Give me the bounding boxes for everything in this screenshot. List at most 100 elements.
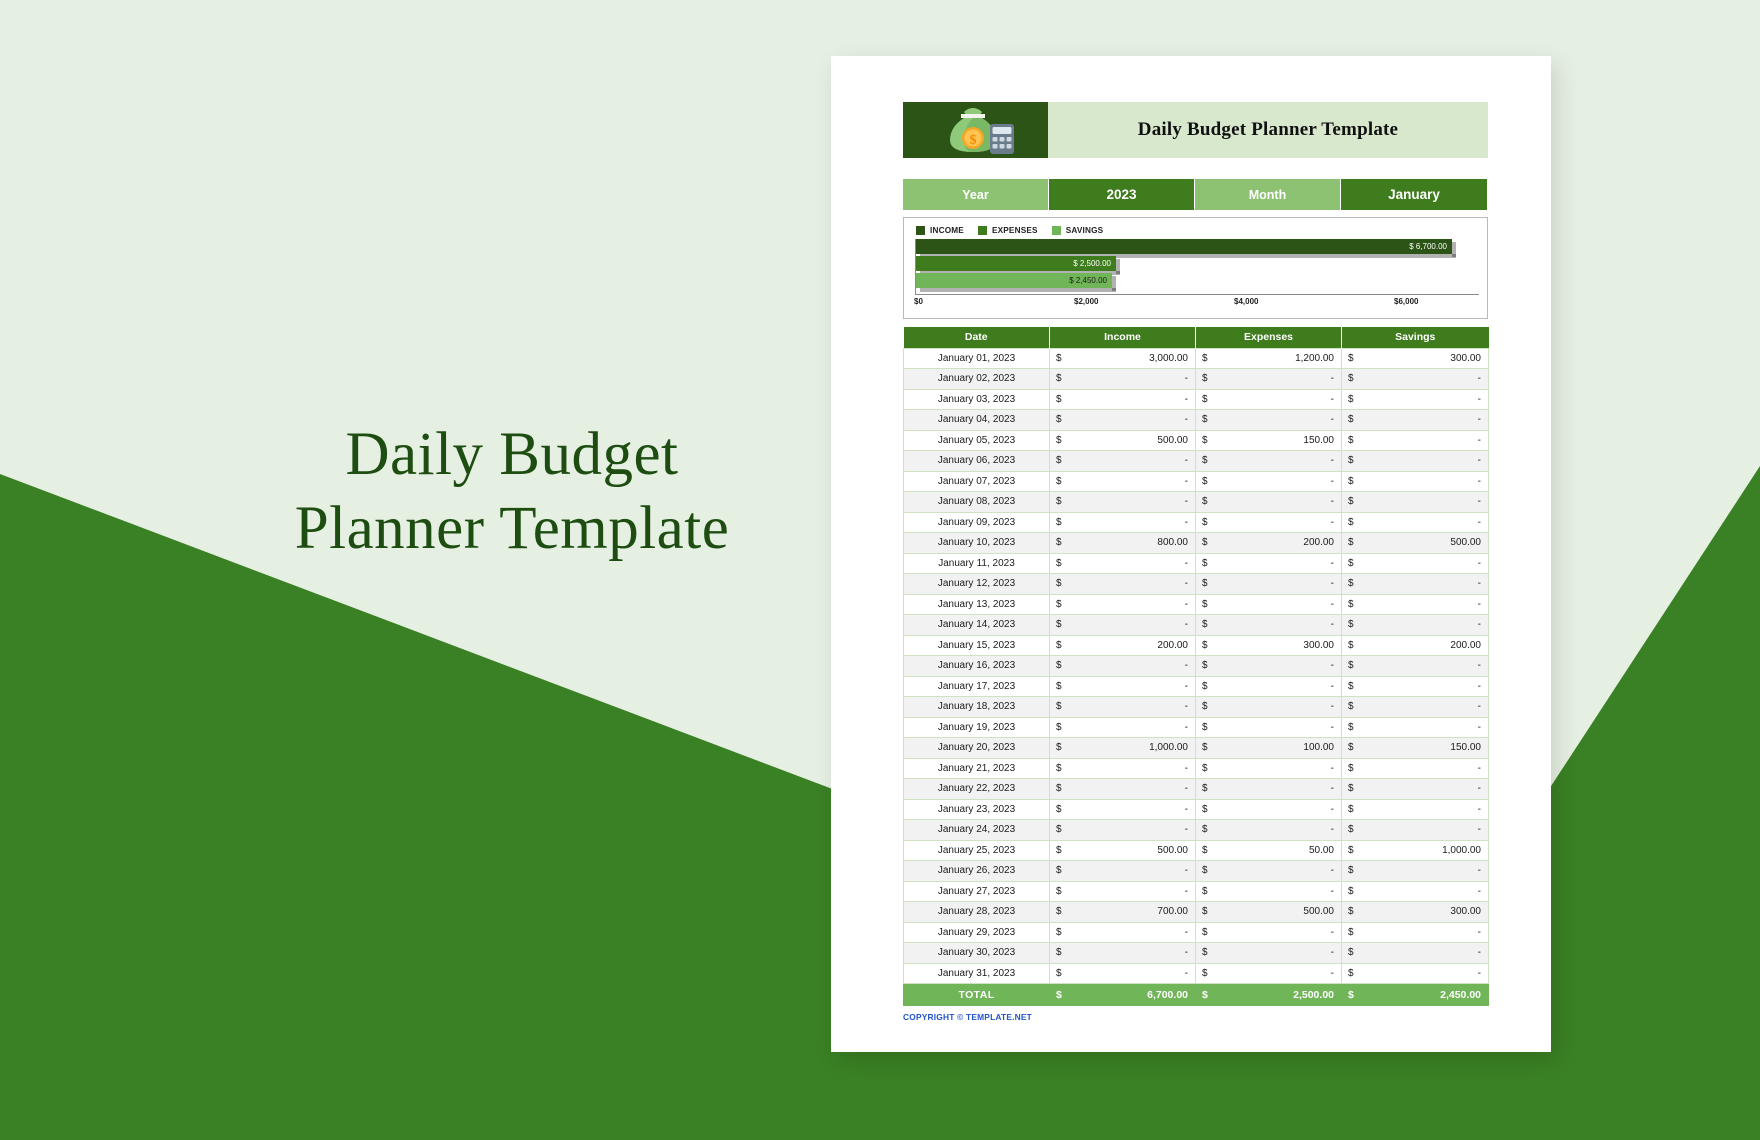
cell-savings-value: - — [1477, 926, 1481, 938]
cell-expenses-value: - — [1330, 721, 1334, 733]
table-row: January 24, 2023 $ - $ - $ - — [903, 819, 1489, 841]
cell-savings: $ - — [1341, 511, 1489, 533]
cell-savings-value: 1,000.00 — [1442, 844, 1481, 856]
year-value[interactable]: 2023 — [1049, 179, 1195, 210]
table-row: January 25, 2023 $500.00 $50.00 $1,000.00 — [903, 839, 1489, 861]
cell-expenses: $ - — [1195, 880, 1342, 902]
cell-expenses-value: 500.00 — [1303, 906, 1334, 918]
cell-expenses: $ - — [1195, 921, 1342, 943]
cell-income: $500.00 — [1049, 429, 1196, 451]
cell-expenses: $ - — [1195, 573, 1342, 595]
cell-income: $700.00 — [1049, 901, 1196, 923]
cell-savings-value: - — [1477, 783, 1481, 795]
chart-bar-label-savings: $ 2,450.00 — [1069, 276, 1107, 285]
cell-income: $ - — [1049, 511, 1196, 533]
table-row: January 12, 2023 $ - $ - $ - — [903, 573, 1489, 595]
cell-income: $ - — [1049, 819, 1196, 841]
currency-symbol: $ — [1056, 557, 1062, 569]
cell-savings-value: 500.00 — [1450, 537, 1481, 549]
cell-savings-value: - — [1477, 414, 1481, 426]
table-row: January 02, 2023 $ - $ - $ - — [903, 368, 1489, 390]
cell-income: $1,000.00 — [1049, 737, 1196, 759]
table-row: January 29, 2023 $ - $ - $ - — [903, 921, 1489, 943]
table-row: January 28, 2023 $700.00 $500.00 $300.00 — [903, 901, 1489, 923]
total-savings-value: 2,450.00 — [1440, 988, 1481, 1001]
cell-income: $ - — [1049, 470, 1196, 492]
cell-income: $ - — [1049, 880, 1196, 902]
currency-symbol: $ — [1202, 742, 1208, 754]
table-row: January 03, 2023 $ - $ - $ - — [903, 388, 1489, 410]
chart-bar-row-savings: $ 2,450.00 — [916, 273, 1479, 292]
table-row: January 18, 2023 $ - $ - $ - — [903, 696, 1489, 718]
currency-symbol: $ — [1348, 496, 1354, 508]
cell-expenses: $ - — [1195, 757, 1342, 779]
cell-date: January 29, 2023 — [903, 921, 1050, 943]
cell-income: $ - — [1049, 388, 1196, 410]
cell-expenses-value: - — [1330, 762, 1334, 774]
total-label: TOTAL — [903, 983, 1050, 1006]
cell-date: January 14, 2023 — [903, 614, 1050, 636]
svg-text:$: $ — [969, 133, 976, 148]
cell-savings-value: - — [1477, 885, 1481, 897]
cell-income-value: 1,000.00 — [1149, 742, 1188, 754]
cell-expenses: $ - — [1195, 491, 1342, 513]
chart-xtick-1: $2,000 — [1074, 297, 1099, 306]
currency-symbol: $ — [1202, 906, 1208, 918]
currency-symbol: $ — [1348, 947, 1354, 959]
cell-income-value: - — [1184, 803, 1188, 815]
cell-income: $ - — [1049, 491, 1196, 513]
cell-savings-value: - — [1477, 967, 1481, 979]
currency-symbol: $ — [1202, 680, 1208, 692]
cell-savings: $ - — [1341, 573, 1489, 595]
cell-savings-value: - — [1477, 496, 1481, 508]
cell-savings: $ - — [1341, 368, 1489, 390]
total-expenses-value: 2,500.00 — [1293, 988, 1334, 1001]
table-row: January 04, 2023 $ - $ - $ - — [903, 409, 1489, 431]
year-month-controls: Year 2023 Month January — [903, 179, 1488, 210]
document-content: $ Daily Budget Planner Template Year 202… — [903, 102, 1489, 1022]
column-header-date: Date — [903, 327, 1050, 348]
currency-symbol: $ — [1348, 865, 1354, 877]
cell-savings: $ - — [1341, 614, 1489, 636]
column-header-expenses: Expenses — [1195, 327, 1342, 348]
cell-date: January 05, 2023 — [903, 429, 1050, 451]
cell-income: $ - — [1049, 716, 1196, 738]
cell-savings-value: - — [1477, 475, 1481, 487]
month-value[interactable]: January — [1341, 179, 1487, 210]
cell-income-value: - — [1184, 578, 1188, 590]
cell-expenses-value: - — [1330, 393, 1334, 405]
cell-income-value: - — [1184, 598, 1188, 610]
cell-expenses: $ - — [1195, 675, 1342, 697]
cell-savings-value: - — [1477, 516, 1481, 528]
promo-title: Daily Budget Planner Template — [232, 418, 792, 567]
cell-income-value: - — [1184, 824, 1188, 836]
cell-expenses: $ - — [1195, 552, 1342, 574]
currency-symbol: $ — [1056, 721, 1062, 733]
promo-title-line1: Daily Budget — [345, 421, 679, 488]
column-header-savings: Savings — [1341, 327, 1489, 348]
chart-bar-row-expenses: $ 2,500.00 — [916, 256, 1479, 275]
chart-bar-expenses: $ 2,500.00 — [916, 256, 1120, 275]
cell-savings-value: - — [1477, 455, 1481, 467]
cell-savings: $300.00 — [1341, 901, 1489, 923]
cell-savings-value: 150.00 — [1450, 742, 1481, 754]
cell-date: January 08, 2023 — [903, 491, 1050, 513]
cell-income-value: - — [1184, 475, 1188, 487]
cell-income-value: - — [1184, 762, 1188, 774]
currency-symbol: $ — [1056, 578, 1062, 590]
currency-symbol: $ — [1202, 352, 1208, 364]
cell-income-value: - — [1184, 414, 1188, 426]
cell-income: $ - — [1049, 942, 1196, 964]
cell-savings-value: - — [1477, 373, 1481, 385]
cell-savings: $500.00 — [1341, 532, 1489, 554]
cell-expenses: $ - — [1195, 860, 1342, 882]
table-row: January 08, 2023 $ - $ - $ - — [903, 491, 1489, 513]
table-body: January 01, 2023 $3,000.00 $1,200.00 $300.0… — [903, 347, 1489, 984]
chart-bar-row-income: $ 6,700.00 — [916, 239, 1479, 258]
currency-symbol: $ — [1202, 373, 1208, 385]
cell-income-value: - — [1184, 516, 1188, 528]
cell-income-value: - — [1184, 455, 1188, 467]
cell-date: January 15, 2023 — [903, 634, 1050, 656]
screenshot-canvas: Daily Budget Planner Template $ Daily Bu… — [0, 0, 1760, 1140]
table-row: January 11, 2023 $ - $ - $ - — [903, 552, 1489, 574]
